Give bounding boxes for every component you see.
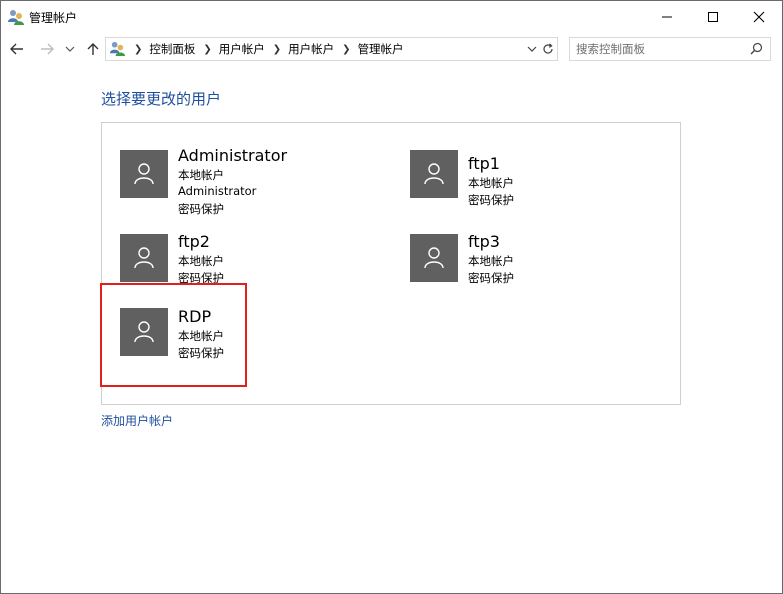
manage-accounts-window: 管理帐户 ❯ 控制面板 ❯ 用户帐户 ❯ 用户帐户 ❯ 管理帐户 搜索控制面板 …: [0, 0, 783, 594]
account-group: Administrator: [178, 184, 257, 198]
breadcrumb-user-accounts-sub[interactable]: 用户帐户: [288, 41, 334, 57]
minimize-button[interactable]: [644, 1, 690, 33]
chevron-right-icon[interactable]: ❯: [134, 44, 142, 55]
avatar: [120, 150, 168, 198]
chevron-right-icon[interactable]: ❯: [203, 44, 211, 55]
chevron-right-icon[interactable]: ❯: [273, 44, 281, 55]
breadcrumb-control-panel[interactable]: 控制面板: [149, 41, 195, 57]
page-title: 选择要更改的用户: [101, 90, 222, 108]
user-icon: [424, 163, 444, 185]
account-tile-ftp2[interactable]: ftp2 本地帐户 密码保护: [120, 232, 320, 285]
recent-locations-button[interactable]: [62, 39, 82, 59]
account-name: ftp2: [178, 232, 210, 251]
avatar: [410, 150, 458, 198]
search-icon[interactable]: [750, 42, 763, 55]
refresh-icon: [543, 43, 553, 54]
breadcrumb: ❯ 控制面板 ❯ 用户帐户 ❯ 用户帐户 ❯ 管理帐户: [130, 38, 404, 60]
user-accounts-icon: [7, 8, 25, 26]
account-type: 本地帐户: [178, 254, 224, 268]
account-name: Administrator: [178, 146, 288, 165]
title-bar[interactable]: 管理帐户: [1, 1, 782, 33]
refresh-button[interactable]: [539, 37, 558, 61]
account-name: ftp1: [468, 154, 500, 173]
search-box[interactable]: [569, 37, 771, 61]
forward-button[interactable]: [37, 39, 57, 59]
navigation-bar: ❯ 控制面板 ❯ 用户帐户 ❯ 用户帐户 ❯ 管理帐户: [1, 35, 782, 63]
avatar: [120, 234, 168, 282]
add-user-account-link[interactable]: 添加用户帐户: [101, 412, 173, 429]
address-bar[interactable]: ❯ 控制面板 ❯ 用户帐户 ❯ 用户帐户 ❯ 管理帐户: [105, 37, 541, 61]
account-password-status: 密码保护: [468, 271, 514, 285]
account-type: 本地帐户: [468, 254, 514, 268]
control-panel-icon: [109, 40, 126, 57]
avatar: [410, 234, 458, 282]
selection-highlight: [100, 283, 247, 387]
user-icon: [424, 247, 444, 269]
account-name: ftp3: [468, 232, 500, 251]
up-button[interactable]: [83, 39, 103, 59]
close-button[interactable]: [736, 1, 782, 33]
breadcrumb-user-accounts[interactable]: 用户帐户: [219, 41, 265, 57]
account-type: 本地帐户: [178, 168, 224, 182]
window-title: 管理帐户: [29, 11, 78, 25]
account-tile-ftp3[interactable]: ftp3 本地帐户 密码保护: [410, 232, 610, 285]
user-icon: [134, 247, 154, 269]
chevron-right-icon[interactable]: ❯: [342, 44, 350, 55]
account-type: 本地帐户: [468, 176, 514, 190]
user-icon: [134, 163, 154, 185]
back-button[interactable]: [7, 39, 27, 59]
account-tile-administrator[interactable]: Administrator 本地帐户 Administrator 密码保护: [120, 146, 390, 216]
account-password-status: 密码保护: [468, 193, 514, 207]
breadcrumb-manage-accounts[interactable]: 管理帐户: [358, 41, 404, 57]
maximize-button[interactable]: [690, 1, 736, 33]
account-password-status: 密码保护: [178, 202, 224, 216]
account-tile-ftp1[interactable]: ftp1 本地帐户 密码保护: [410, 150, 610, 207]
search-input[interactable]: [576, 40, 736, 57]
address-history-dropdown[interactable]: [526, 40, 540, 58]
